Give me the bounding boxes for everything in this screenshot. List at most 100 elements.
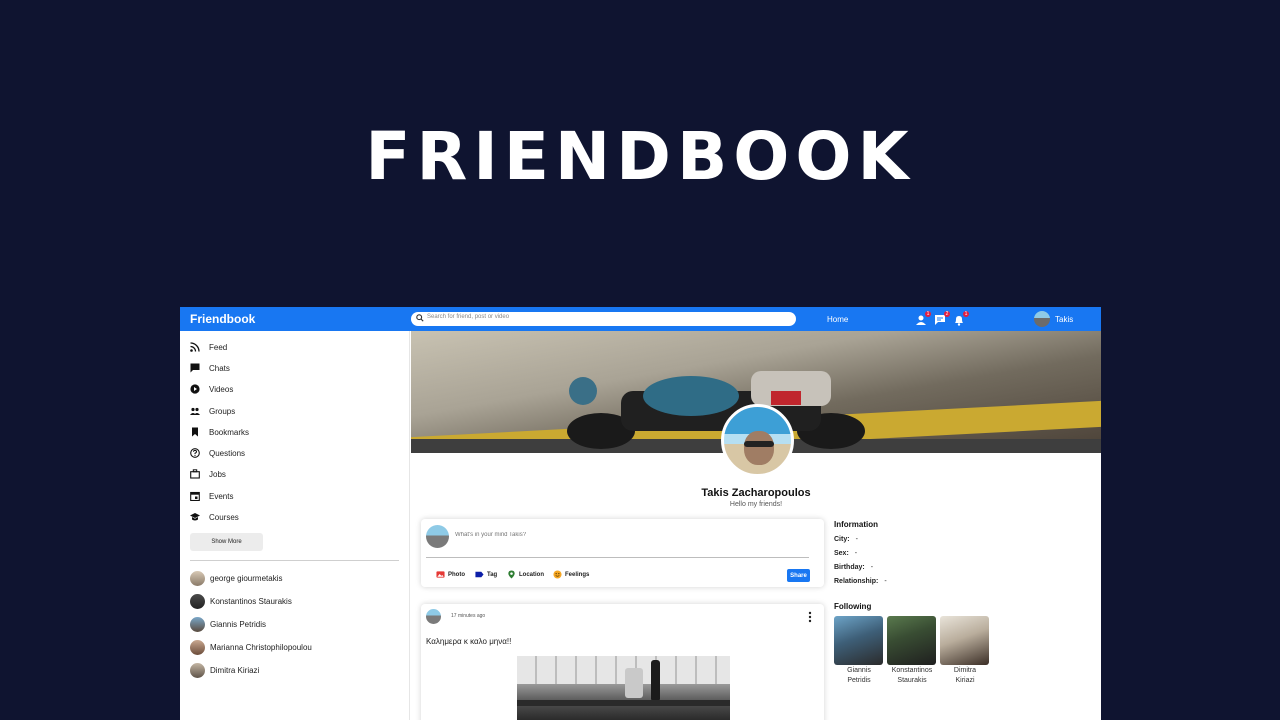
following-last-name: Staurakis [897,677,927,684]
avatar [190,593,205,609]
search-input[interactable]: Search for friend, post or video [427,314,509,320]
post-input[interactable] [455,532,755,538]
search-bar[interactable]: Search for friend, post or video [411,312,796,326]
location-icon [508,570,515,579]
profile-face [744,431,774,465]
info-row-city: City: - [834,536,858,543]
sidebar: Feed Chats Videos Groups Bookmarks Quest… [180,331,410,720]
chat-icon [190,363,200,373]
more-vert-icon[interactable] [808,611,812,623]
following-item[interactable]: Giannis Petridis [834,616,884,685]
following-photo [940,616,989,665]
profile-glasses [744,441,774,447]
following-last-name: Kiriazi [955,677,975,684]
sidebar-item-bookmarks[interactable]: Bookmarks [190,424,390,440]
photo-icon [436,571,445,578]
search-icon [416,314,424,322]
post-image[interactable] [517,656,730,720]
share-option-feelings[interactable]: Feelings [553,570,589,579]
friend-name: Dimitra Kiriazi [210,665,260,675]
sidebar-item-questions[interactable]: Questions [190,445,390,461]
share-option-tag[interactable]: Tag [475,570,497,579]
notifications-button[interactable]: 1 [953,311,969,326]
sidebar-item-label: Videos [209,384,234,394]
avatar [190,570,205,586]
profile-name: Takis Zacharopoulos [701,487,811,499]
app-logo[interactable]: Friendbook [190,312,255,326]
info-key: City: [834,536,850,543]
friend-name: Giannis Petridis [210,619,267,629]
info-row-sex: Sex: - [834,550,857,557]
share-button[interactable]: Share [787,569,810,582]
user-name[interactable]: Takis [1055,315,1073,324]
messages-button[interactable]: 2 [934,311,950,325]
following-first-name: Dimitra [953,667,977,674]
sidebar-item-label: Jobs [209,469,226,479]
info-key: Birthday: [834,564,865,571]
friend-item[interactable]: Konstantinos Staurakis [190,593,292,609]
avatar [426,525,449,548]
avatar[interactable] [426,609,441,624]
share-option-label: Location [519,571,544,578]
sidebar-item-chats[interactable]: Chats [190,360,390,376]
post-card: 17 minutes ago Καλημερα κ καλο μηνα!! [421,604,824,720]
info-title: Information [834,520,878,529]
info-key: Relationship: [834,578,879,585]
friends-badge: 1 [925,311,931,317]
profile-avatar[interactable] [721,404,794,477]
info-value: - [870,564,874,571]
sidebar-item-groups[interactable]: Groups [190,403,390,419]
label-icon [475,571,484,578]
friend-item[interactable]: george giourmetakis [190,570,282,586]
bookmark-icon [192,427,198,437]
notifications-badge: 1 [963,311,969,317]
friend-requests-button[interactable]: 1 [915,311,931,325]
image-jar [625,668,643,698]
following-photo [887,616,936,665]
group-icon [190,407,200,415]
following-last-name: Petridis [847,677,871,684]
following-first-name: Konstantinos [891,667,933,674]
share-option-photo[interactable]: Photo [436,570,465,579]
user-avatar[interactable] [1034,311,1050,327]
following-item[interactable]: Dimitra Kiriazi [940,616,990,685]
share-option-label: Tag [487,571,498,578]
following-first-name: Giannis [847,667,871,674]
sidebar-item-jobs[interactable]: Jobs [190,466,390,482]
friend-item[interactable]: Dimitra Kiriazi [190,662,259,678]
friend-item[interactable]: Marianna Christophilopoulou [190,639,312,655]
following-photo [834,616,883,665]
sidebar-item-label: Events [209,491,234,501]
sidebar-item-label: Bookmarks [209,427,250,437]
sidebar-item-feed[interactable]: Feed [190,339,390,355]
image-tiles [517,656,730,684]
following-title: Following [834,602,872,611]
app-window: Friendbook Search for friend, post or vi… [180,307,1101,720]
following-item[interactable]: Konstantinos Staurakis [887,616,937,685]
rss-icon [190,342,200,352]
friend-name: george giourmetakis [210,573,283,583]
hero-title: FRIENDBOOK [365,118,915,195]
sidebar-item-videos[interactable]: Videos [190,381,390,397]
post-text: Καλημερα κ καλο μηνα!! [426,637,512,646]
avatar [190,616,205,632]
sidebar-divider [190,560,399,561]
briefcase-icon [190,469,200,479]
share-option-label: Feelings [565,571,590,578]
friend-item[interactable]: Giannis Petridis [190,616,266,632]
info-row-relationship: Relationship: - [834,578,887,585]
sidebar-item-label: Groups [209,406,236,416]
sidebar-item-label: Questions [209,448,246,458]
post-time: 17 minutes ago [451,613,486,619]
calendar-icon [190,491,200,501]
nav-home-link[interactable]: Home [827,315,848,324]
show-more-button[interactable]: Show More [190,533,263,551]
sidebar-item-events[interactable]: Events [190,488,390,504]
info-key: Sex: [834,550,849,557]
share-option-location[interactable]: Location [507,570,544,579]
info-row-birthday: Birthday: - [834,564,873,571]
sidebar-item-label: Chats [209,363,230,373]
friend-name: Marianna Christophilopoulou [210,642,312,652]
top-bar: Friendbook Search for friend, post or vi… [180,307,1101,331]
sidebar-item-courses[interactable]: Courses [190,509,390,525]
